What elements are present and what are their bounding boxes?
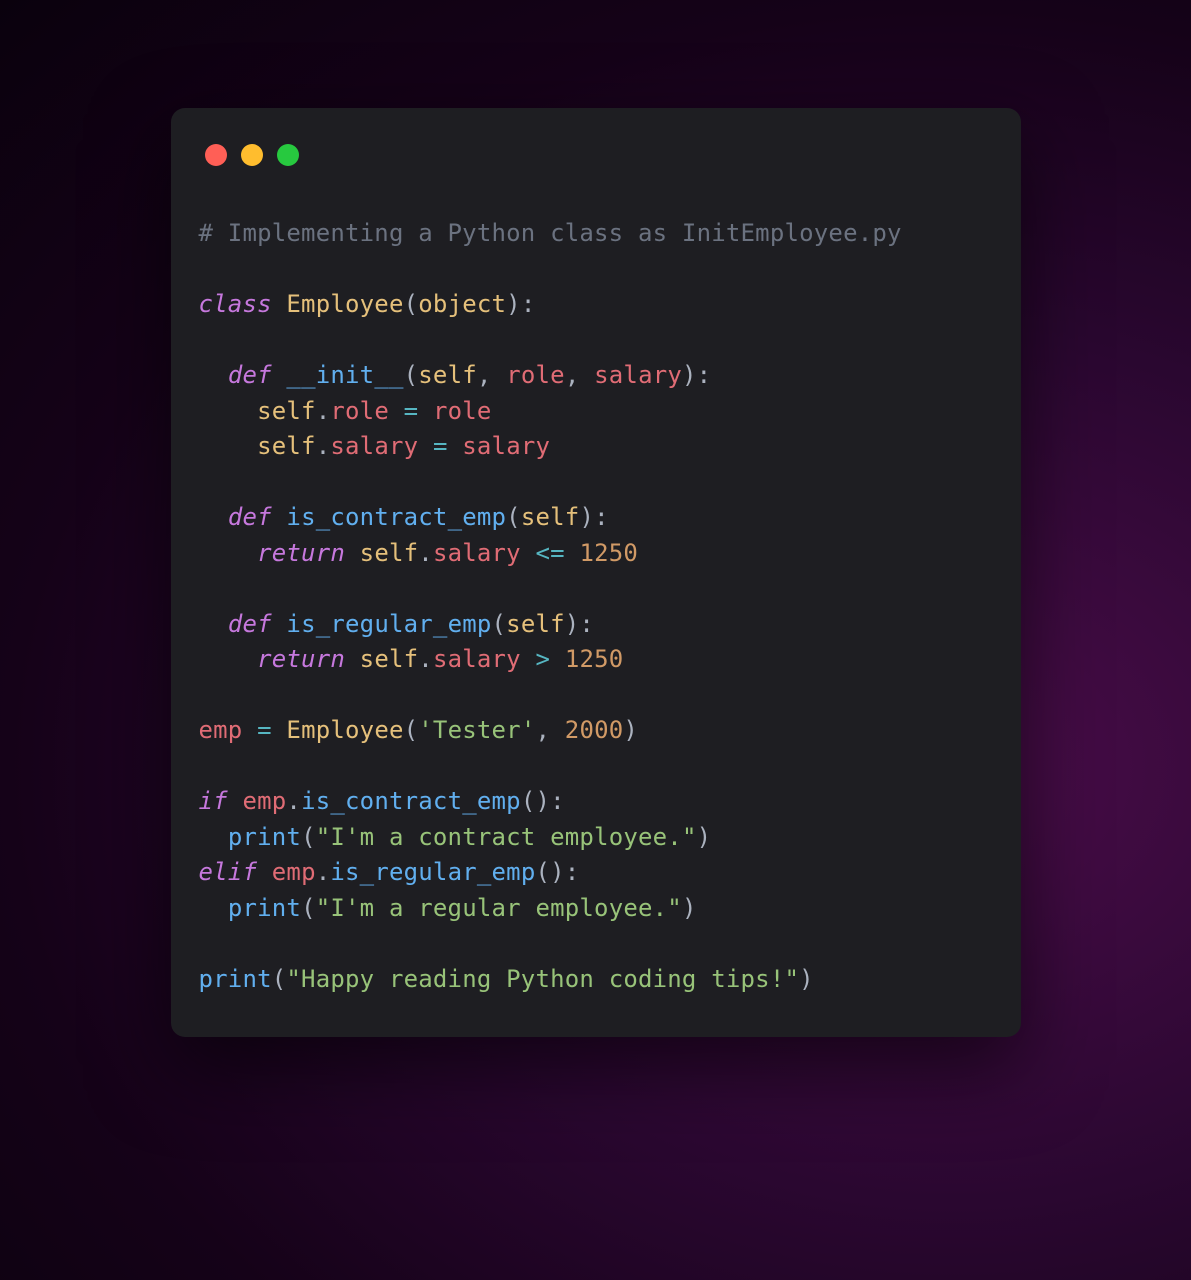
param-role: role <box>506 361 565 389</box>
keyword-if: if <box>199 787 228 815</box>
method-is-regular: is_regular_emp <box>286 610 491 638</box>
code-block: # Implementing a Python class as InitEmp… <box>199 216 993 997</box>
number-2000: 2000 <box>565 716 624 744</box>
builtin-object: object <box>418 290 506 318</box>
minimize-icon[interactable] <box>241 144 263 166</box>
param-self: self <box>418 361 477 389</box>
string-happy: "Happy reading Python coding tips!" <box>286 965 799 993</box>
keyword-elif: elif <box>199 858 258 886</box>
builtin-print: print <box>228 823 301 851</box>
number-1250: 1250 <box>579 539 638 567</box>
keyword-class: class <box>199 290 272 318</box>
zoom-icon[interactable] <box>277 144 299 166</box>
close-icon[interactable] <box>205 144 227 166</box>
code-comment: # Implementing a Python class as InitEmp… <box>199 219 902 247</box>
class-name: Employee <box>286 290 403 318</box>
string-regular: "I'm a regular employee." <box>316 894 682 922</box>
method-is-contract: is_contract_emp <box>286 503 506 531</box>
keyword-def: def <box>228 361 272 389</box>
method-init: __init__ <box>286 361 403 389</box>
identifier-emp: emp <box>199 716 243 744</box>
keyword-return: return <box>257 539 345 567</box>
operator-gt: > <box>536 645 551 673</box>
code-window: # Implementing a Python class as InitEmp… <box>171 108 1021 1037</box>
window-traffic-lights <box>205 144 993 166</box>
string-contract: "I'm a contract employee." <box>316 823 697 851</box>
string-tester: 'Tester' <box>418 716 535 744</box>
operator-le: <= <box>536 539 565 567</box>
param-salary: salary <box>594 361 682 389</box>
